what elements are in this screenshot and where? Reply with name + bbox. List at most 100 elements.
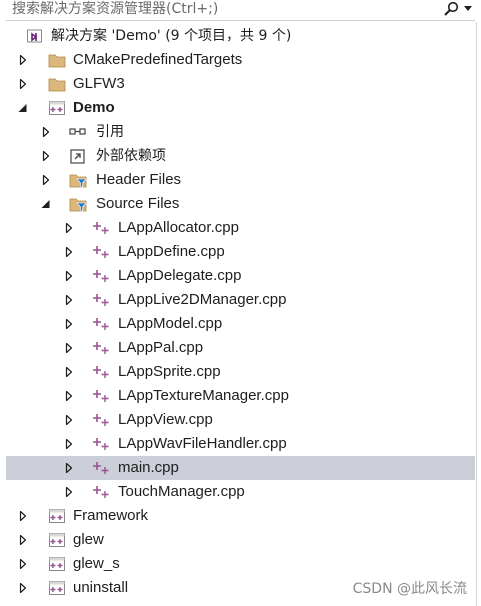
project-label: Demo <box>73 99 115 116</box>
expand-arrow-icon[interactable] <box>41 151 51 161</box>
project-label: CMakePredefinedTargets <box>73 51 243 68</box>
cpp-file-icon <box>92 316 110 332</box>
file-label: LAppAllocator.cpp <box>118 219 239 236</box>
source-file-list: LAppAllocator.cpp LAppDefine.cpp LAppDeleg… <box>6 216 475 504</box>
tree-row-solution[interactable]: 解决方案 'Demo' (9 个项目，共 9 个) <box>6 24 475 48</box>
tree-row-source-file[interactable]: LAppModel.cpp <box>6 312 475 336</box>
expand-arrow-icon[interactable] <box>64 367 74 377</box>
tree-row-source-file[interactable]: LAppDelegate.cpp <box>6 264 475 288</box>
search-options-dropdown-icon[interactable] <box>464 6 472 12</box>
tree-row-demo-project[interactable]: Demo <box>6 96 475 120</box>
cpp-file-icon <box>92 292 110 308</box>
tree-row-glew-s[interactable]: glew_s <box>6 552 475 576</box>
project-label: glew <box>73 531 104 548</box>
file-label: LAppModel.cpp <box>118 315 223 332</box>
file-label: LAppDelegate.cpp <box>118 267 242 284</box>
cpp-project-icon <box>48 580 66 596</box>
cpp-file-icon <box>92 268 110 284</box>
panel-border <box>476 22 477 606</box>
collapse-arrow-icon[interactable] <box>18 103 28 113</box>
file-label: LAppLive2DManager.cpp <box>118 291 287 308</box>
cpp-file-icon <box>92 436 110 452</box>
tree-row-source-file[interactable]: LAppView.cpp <box>6 408 475 432</box>
reference-icon <box>69 124 87 140</box>
tree-row-framework[interactable]: Framework <box>6 504 475 528</box>
tree-row-source-file[interactable]: LAppPal.cpp <box>6 336 475 360</box>
expand-arrow-icon[interactable] <box>18 79 28 89</box>
cpp-file-icon <box>92 460 110 476</box>
cpp-project-icon <box>48 100 66 116</box>
file-label: main.cpp <box>118 459 179 476</box>
tree-row-references[interactable]: 引用 <box>6 120 475 144</box>
folder-icon <box>48 76 66 92</box>
tree-row-source-file[interactable]: LAppDefine.cpp <box>6 240 475 264</box>
solution-label: 解决方案 'Demo' (9 个项目，共 9 个) <box>51 28 292 44</box>
tree-row-source-file[interactable]: TouchManager.cpp <box>6 480 475 504</box>
expand-arrow-icon[interactable] <box>18 55 28 65</box>
file-label: LAppPal.cpp <box>118 339 204 356</box>
expand-arrow-icon[interactable] <box>64 463 74 473</box>
cpp-project-icon <box>48 508 66 524</box>
cpp-file-icon <box>92 244 110 260</box>
expand-arrow-icon[interactable] <box>41 175 51 185</box>
cpp-file-icon <box>92 412 110 428</box>
expand-arrow-icon[interactable] <box>64 343 74 353</box>
tree-row-header-files[interactable]: Header Files <box>6 168 475 192</box>
search-input[interactable]: 搜索解决方案资源管理器(Ctrl+;) <box>12 0 218 19</box>
watermark: CSDN @此风长流 <box>352 581 467 597</box>
expand-arrow-icon[interactable] <box>18 559 28 569</box>
tree-row-cmake-predefined-targets[interactable]: CMakePredefinedTargets <box>6 48 475 72</box>
cpp-file-icon <box>92 388 110 404</box>
node-label: Source Files <box>96 195 180 212</box>
search-icon[interactable] <box>443 1 459 17</box>
file-label: TouchManager.cpp <box>118 483 245 500</box>
tree-row-source-file[interactable]: LAppSprite.cpp <box>6 360 475 384</box>
expand-arrow-icon[interactable] <box>64 247 74 257</box>
external-deps-icon <box>69 148 87 164</box>
expand-arrow-icon[interactable] <box>41 127 51 137</box>
expand-arrow-icon[interactable] <box>64 391 74 401</box>
file-label: LAppSprite.cpp <box>118 363 221 380</box>
project-label: GLFW3 <box>73 75 125 92</box>
expand-arrow-icon[interactable] <box>64 319 74 329</box>
tree-row-source-file[interactable]: LAppTextureManager.cpp <box>6 384 475 408</box>
project-label: uninstall <box>73 579 129 596</box>
tree-row-glew[interactable]: glew <box>6 528 475 552</box>
expand-arrow-icon[interactable] <box>64 271 74 281</box>
tree-row-external-deps[interactable]: 外部依赖项 <box>6 144 475 168</box>
tree-row-source-file[interactable]: main.cpp <box>6 456 475 480</box>
collapse-arrow-icon[interactable] <box>41 199 51 209</box>
expand-arrow-icon[interactable] <box>64 487 74 497</box>
cpp-file-icon <box>92 484 110 500</box>
filter-folder-icon <box>69 172 87 188</box>
solution-explorer-search[interactable]: 搜索解决方案资源管理器(Ctrl+;) <box>6 0 475 21</box>
project-label: glew_s <box>73 555 120 572</box>
tree-row-glfw3[interactable]: GLFW3 <box>6 72 475 96</box>
expand-arrow-icon[interactable] <box>18 535 28 545</box>
file-label: LAppView.cpp <box>118 411 213 428</box>
expand-arrow-icon[interactable] <box>18 583 28 593</box>
folder-icon <box>48 52 66 68</box>
filter-folder-icon <box>69 196 87 212</box>
expand-arrow-icon[interactable] <box>64 295 74 305</box>
expand-arrow-icon[interactable] <box>64 415 74 425</box>
node-label: Header Files <box>96 171 182 188</box>
cpp-file-icon <box>92 220 110 236</box>
expand-arrow-icon[interactable] <box>64 439 74 449</box>
cpp-project-icon <box>48 532 66 548</box>
file-label: LAppDefine.cpp <box>118 243 225 260</box>
tree-row-source-files[interactable]: Source Files <box>6 192 475 216</box>
node-label: 外部依赖项 <box>96 148 166 164</box>
vs-solution-icon <box>26 28 44 44</box>
cpp-file-icon <box>92 340 110 356</box>
node-label: 引用 <box>96 124 124 140</box>
cpp-project-icon <box>48 556 66 572</box>
tree-row-source-file[interactable]: LAppLive2DManager.cpp <box>6 288 475 312</box>
project-label: Framework <box>73 507 149 524</box>
expand-arrow-icon[interactable] <box>64 223 74 233</box>
solution-tree: 解决方案 'Demo' (9 个项目，共 9 个) CMakePredefine… <box>6 24 475 600</box>
tree-row-source-file[interactable]: LAppAllocator.cpp <box>6 216 475 240</box>
tree-row-source-file[interactable]: LAppWavFileHandler.cpp <box>6 432 475 456</box>
expand-arrow-icon[interactable] <box>18 511 28 521</box>
cpp-file-icon <box>92 364 110 380</box>
